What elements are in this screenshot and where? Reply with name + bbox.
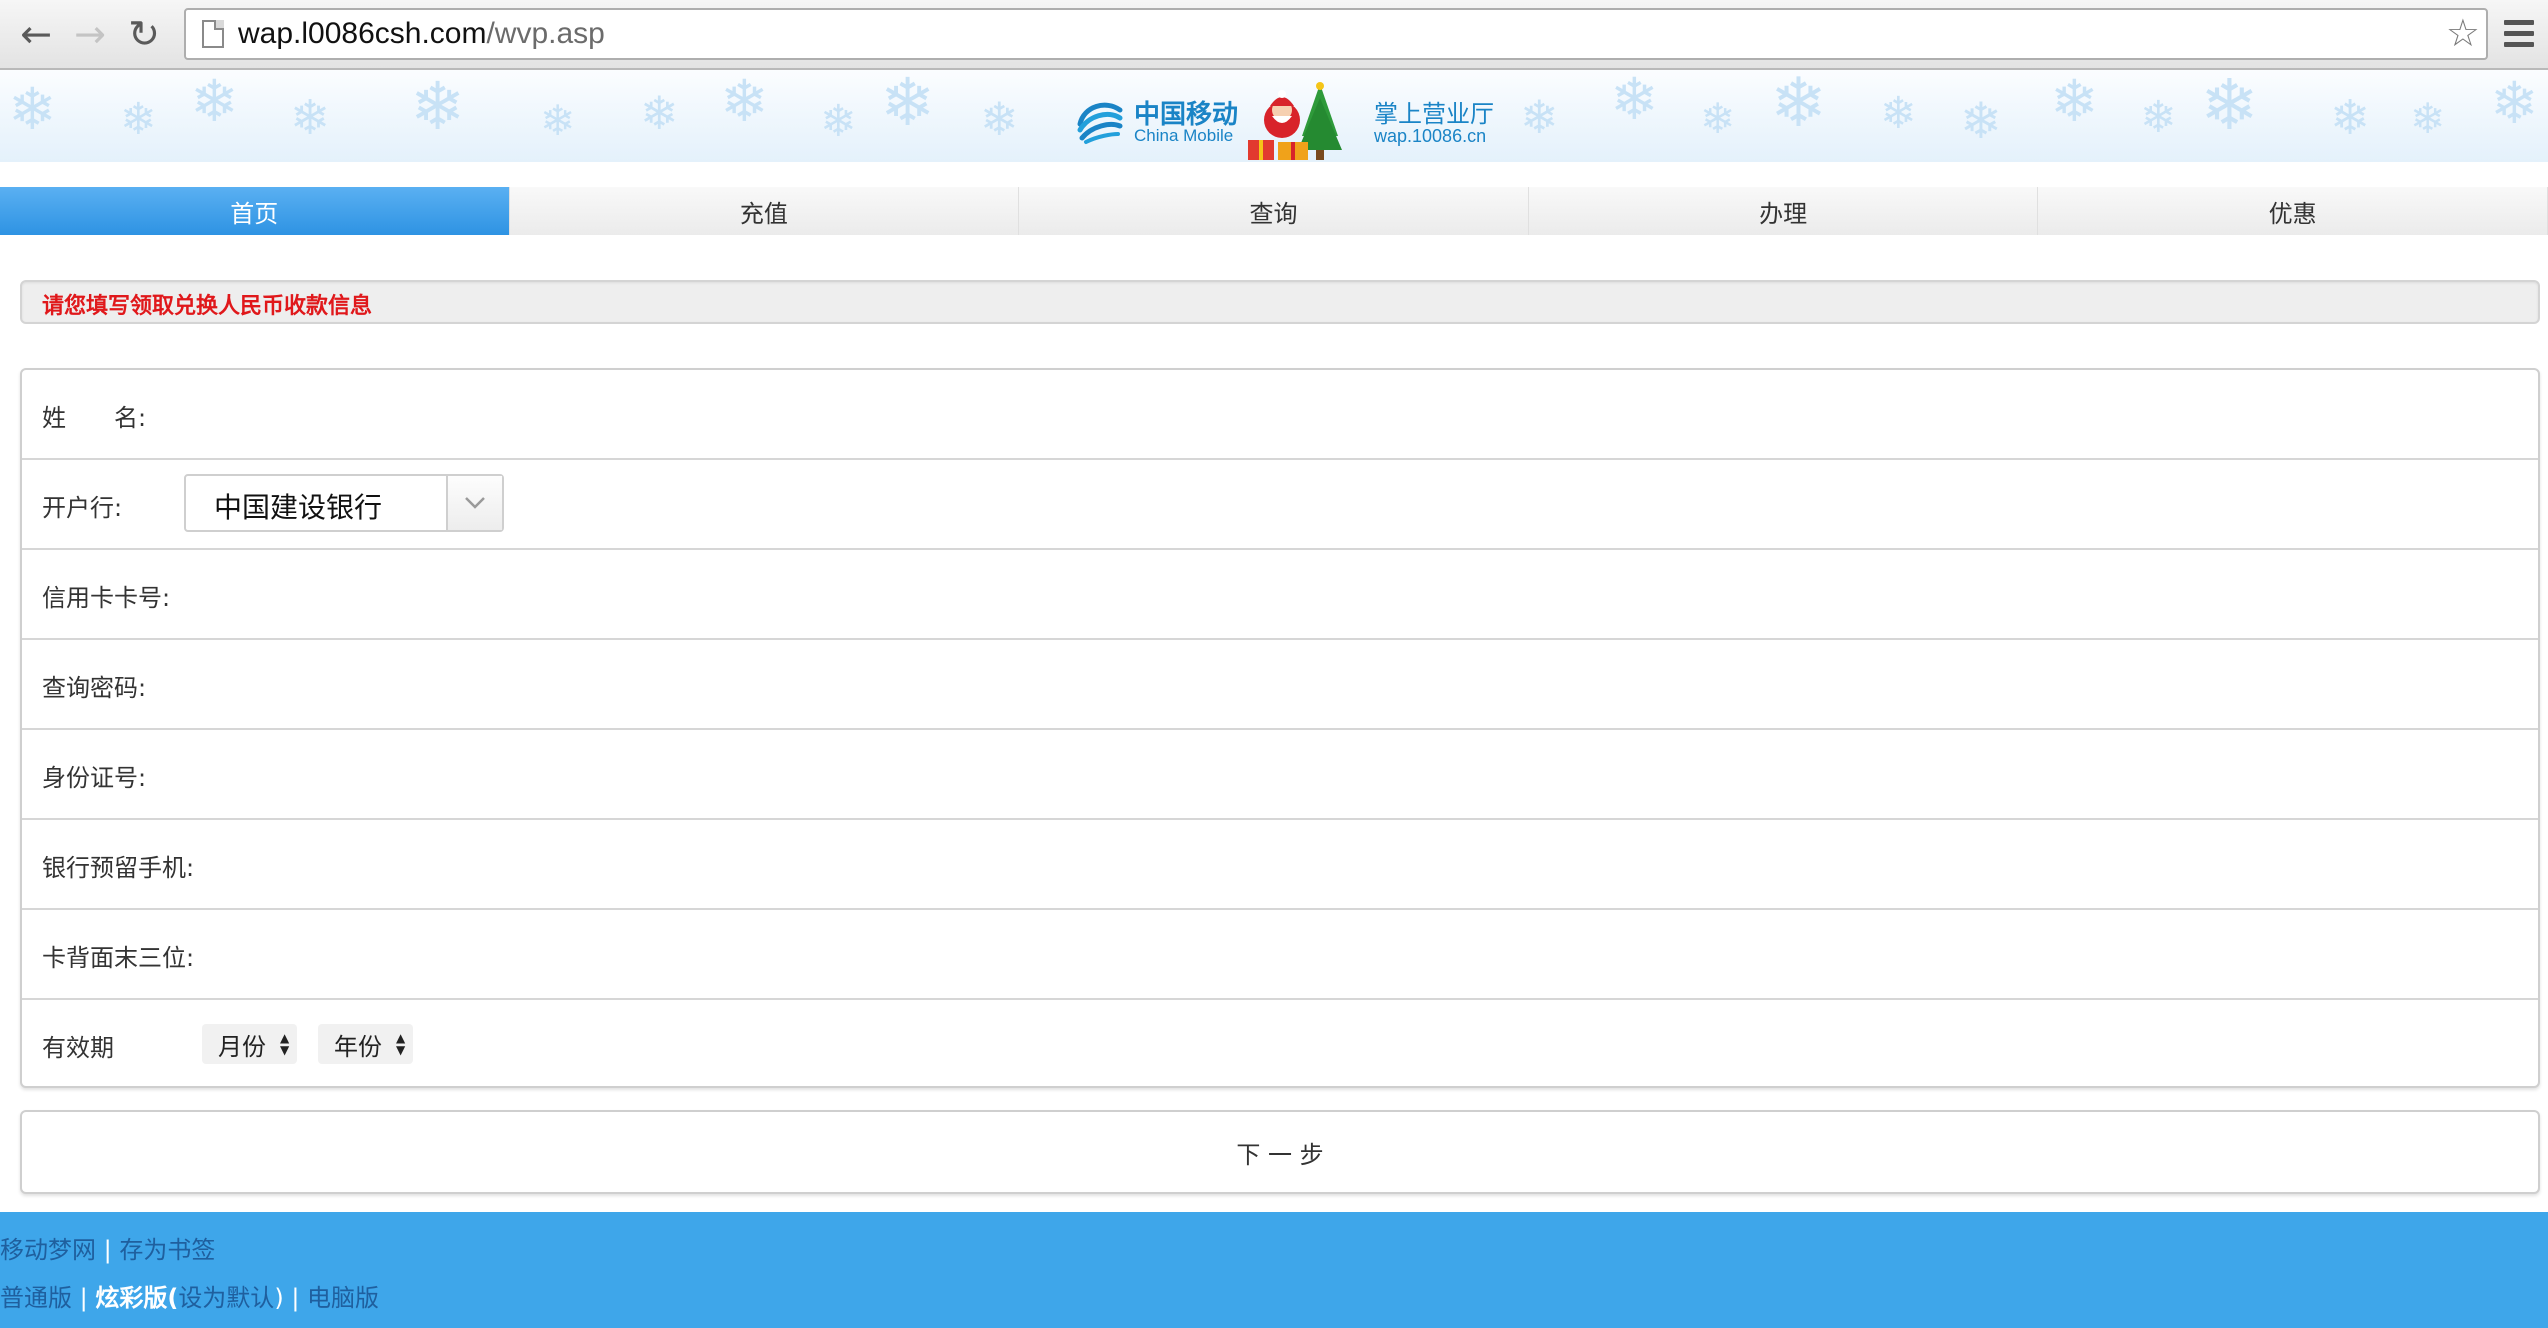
bank-phone-input[interactable] xyxy=(222,830,2518,900)
snowflake-icon: ❄ xyxy=(2490,70,2539,137)
header-banner: ❄ ❄ ❄ ❄ ❄ ❄ ❄ ❄ ❄ ❄ ❄ ❄ ❄ ❄ ❄ ❄ ❄ ❄ ❄ ❄ … xyxy=(0,70,2548,162)
snowflake-icon: ❄ xyxy=(290,90,331,146)
notice-text: 请您填写领取兑换人民币收款信息 xyxy=(42,294,373,319)
china-mobile-logo-icon xyxy=(1077,102,1123,144)
snowflake-icon: ❄ xyxy=(640,86,679,140)
brand-name-en: China Mobile xyxy=(1134,126,1234,145)
footer-paren-close: ) xyxy=(274,1284,284,1312)
browser-toolbar: ← → ↻ wap.l0086csh.com/wvp.asp ☆ xyxy=(0,0,2548,70)
id-number-input[interactable] xyxy=(222,740,2518,810)
name-label: 姓 名: xyxy=(42,404,147,432)
year-select-value: 年份 xyxy=(334,1032,382,1061)
snowflake-icon: ❄ xyxy=(190,70,239,135)
bank-select-value: 中国建设银行 xyxy=(214,491,383,524)
footer-link-pc-version[interactable]: 电脑版 xyxy=(307,1284,379,1312)
snowflake-icon: ❄ xyxy=(1700,94,1736,143)
cvv-input[interactable] xyxy=(222,920,2518,990)
snowflake-icon: ❄ xyxy=(1610,70,1659,133)
card-number-label: 信用卡卡号: xyxy=(42,584,171,612)
footer-line-2: 普通版 | 炫彩版(设为默认) | 电脑版 xyxy=(0,1278,379,1313)
footer-link-bookmark[interactable]: 存为书签 xyxy=(119,1236,215,1264)
notice-bar: 请您填写领取兑换人民币收款信息 xyxy=(20,280,2540,324)
footer-link-mobile-dream[interactable]: 移动梦网 xyxy=(0,1236,96,1264)
bank-label: 开户行: xyxy=(42,494,123,522)
url-text[interactable]: wap.l0086csh.com/wvp.asp xyxy=(238,17,605,51)
service-hall-url: wap.10086.cn xyxy=(1374,126,1487,146)
updown-arrows-icon: ▲ ▼ xyxy=(396,1031,406,1057)
snowflake-icon: ❄ xyxy=(410,70,466,145)
url-host: wap.l0086csh.com xyxy=(238,17,487,50)
snowflake-icon: ❄ xyxy=(1770,70,1827,143)
browser-menu-icon[interactable] xyxy=(2504,20,2534,50)
reload-button[interactable]: ↻ xyxy=(120,10,168,58)
form-row-name: 姓 名: xyxy=(22,370,2538,460)
footer-link-set-default[interactable]: 设为默认 xyxy=(178,1284,274,1312)
expiry-label: 有效期 xyxy=(42,1034,114,1062)
reload-icon: ↻ xyxy=(128,12,160,56)
forward-arrow-icon: → xyxy=(74,12,106,56)
form-row-cvv: 卡背面末三位: xyxy=(22,910,2538,1000)
snowflake-icon: ❄ xyxy=(1880,88,1917,139)
snowflake-icon: ❄ xyxy=(880,70,936,141)
snowflake-icon: ❄ xyxy=(2050,70,2099,135)
snowflake-icon: ❄ xyxy=(820,96,857,147)
footer-link-normal-version[interactable]: 普通版 xyxy=(0,1284,72,1312)
next-step-button[interactable]: 下 一 步 xyxy=(20,1110,2540,1194)
payment-info-form: 姓 名: 开户行: 中国建设银行 信用卡卡号: 查询密码: 身份证号: 银行预留… xyxy=(20,368,2540,1088)
query-password-label: 查询密码: xyxy=(42,674,147,702)
form-row-expiry: 有效期 月份 ▲ ▼ 年份 ▲ ▼ xyxy=(22,1000,2538,1090)
url-path: /wvp.asp xyxy=(486,17,605,50)
christmas-santa-icon xyxy=(1248,82,1342,160)
address-bar[interactable]: wap.l0086csh.com/wvp.asp ☆ xyxy=(184,8,2488,60)
tab-home[interactable]: 首页 xyxy=(0,187,510,235)
updown-arrows-icon: ▲ ▼ xyxy=(280,1031,290,1057)
form-row-phone: 银行预留手机: xyxy=(22,820,2538,910)
footer: 移动梦网 | 存为书签 普通版 | 炫彩版(设为默认) | 电脑版 xyxy=(0,1212,2548,1328)
expiry-month-select[interactable]: 月份 ▲ ▼ xyxy=(202,1024,298,1064)
id-number-label: 身份证号: xyxy=(42,764,147,792)
query-password-input[interactable] xyxy=(222,650,2518,720)
snowflake-icon: ❄ xyxy=(980,92,1019,146)
bank-select[interactable]: 中国建设银行 xyxy=(184,474,504,532)
name-input[interactable] xyxy=(222,380,2518,450)
chevron-down-icon[interactable] xyxy=(446,476,502,530)
snowflake-icon: ❄ xyxy=(540,96,576,145)
bank-phone-label: 银行预留手机: xyxy=(42,854,195,882)
bookmark-star-icon[interactable]: ☆ xyxy=(2446,14,2480,52)
footer-separator: | xyxy=(283,1284,308,1312)
form-row-card-number: 信用卡卡号: xyxy=(22,550,2538,640)
forward-button[interactable]: → xyxy=(66,10,114,58)
footer-separator: | xyxy=(72,1284,96,1312)
main-nav-tabs: 首页 充值 查询 办理 优惠 xyxy=(0,187,2548,235)
footer-separator: | xyxy=(96,1236,120,1264)
snowflake-icon: ❄ xyxy=(2330,90,2371,146)
tab-recharge[interactable]: 充值 xyxy=(509,187,1020,235)
form-row-id: 身份证号: xyxy=(22,730,2538,820)
footer-line-1: 移动梦网 | 存为书签 xyxy=(0,1230,215,1265)
expiry-year-select[interactable]: 年份 ▲ ▼ xyxy=(318,1024,414,1064)
page-icon xyxy=(202,20,224,48)
form-row-password: 查询密码: xyxy=(22,640,2538,730)
snowflake-icon: ❄ xyxy=(2410,94,2446,143)
footer-paren-open: ( xyxy=(167,1284,179,1312)
tab-services[interactable]: 办理 xyxy=(1528,187,2039,235)
snowflake-icon: ❄ xyxy=(1960,92,2002,150)
snowflake-icon: ❄ xyxy=(120,94,157,145)
cvv-label: 卡背面末三位: xyxy=(42,944,195,972)
form-row-bank: 开户行: 中国建设银行 xyxy=(22,460,2538,550)
tab-query[interactable]: 查询 xyxy=(1019,187,1529,235)
tab-offers[interactable]: 优惠 xyxy=(2038,187,2548,235)
brand-logo-group[interactable]: 中国移动 China Mobile 掌上营业厅 wap.10086.cn xyxy=(1070,80,1494,160)
snowflake-icon: ❄ xyxy=(2140,92,2177,143)
footer-link-color-version[interactable]: 炫彩版 xyxy=(95,1284,167,1312)
snowflake-icon: ❄ xyxy=(1520,90,1559,144)
month-select-value: 月份 xyxy=(218,1032,266,1061)
back-button[interactable]: ← xyxy=(12,10,60,58)
back-arrow-icon: ← xyxy=(20,12,52,56)
snowflake-icon: ❄ xyxy=(8,75,57,143)
card-number-input[interactable] xyxy=(222,560,2518,630)
snowflake-icon: ❄ xyxy=(2200,70,2259,146)
snowflake-icon: ❄ xyxy=(720,70,769,135)
service-hall-title: 掌上营业厅 xyxy=(1374,100,1494,128)
